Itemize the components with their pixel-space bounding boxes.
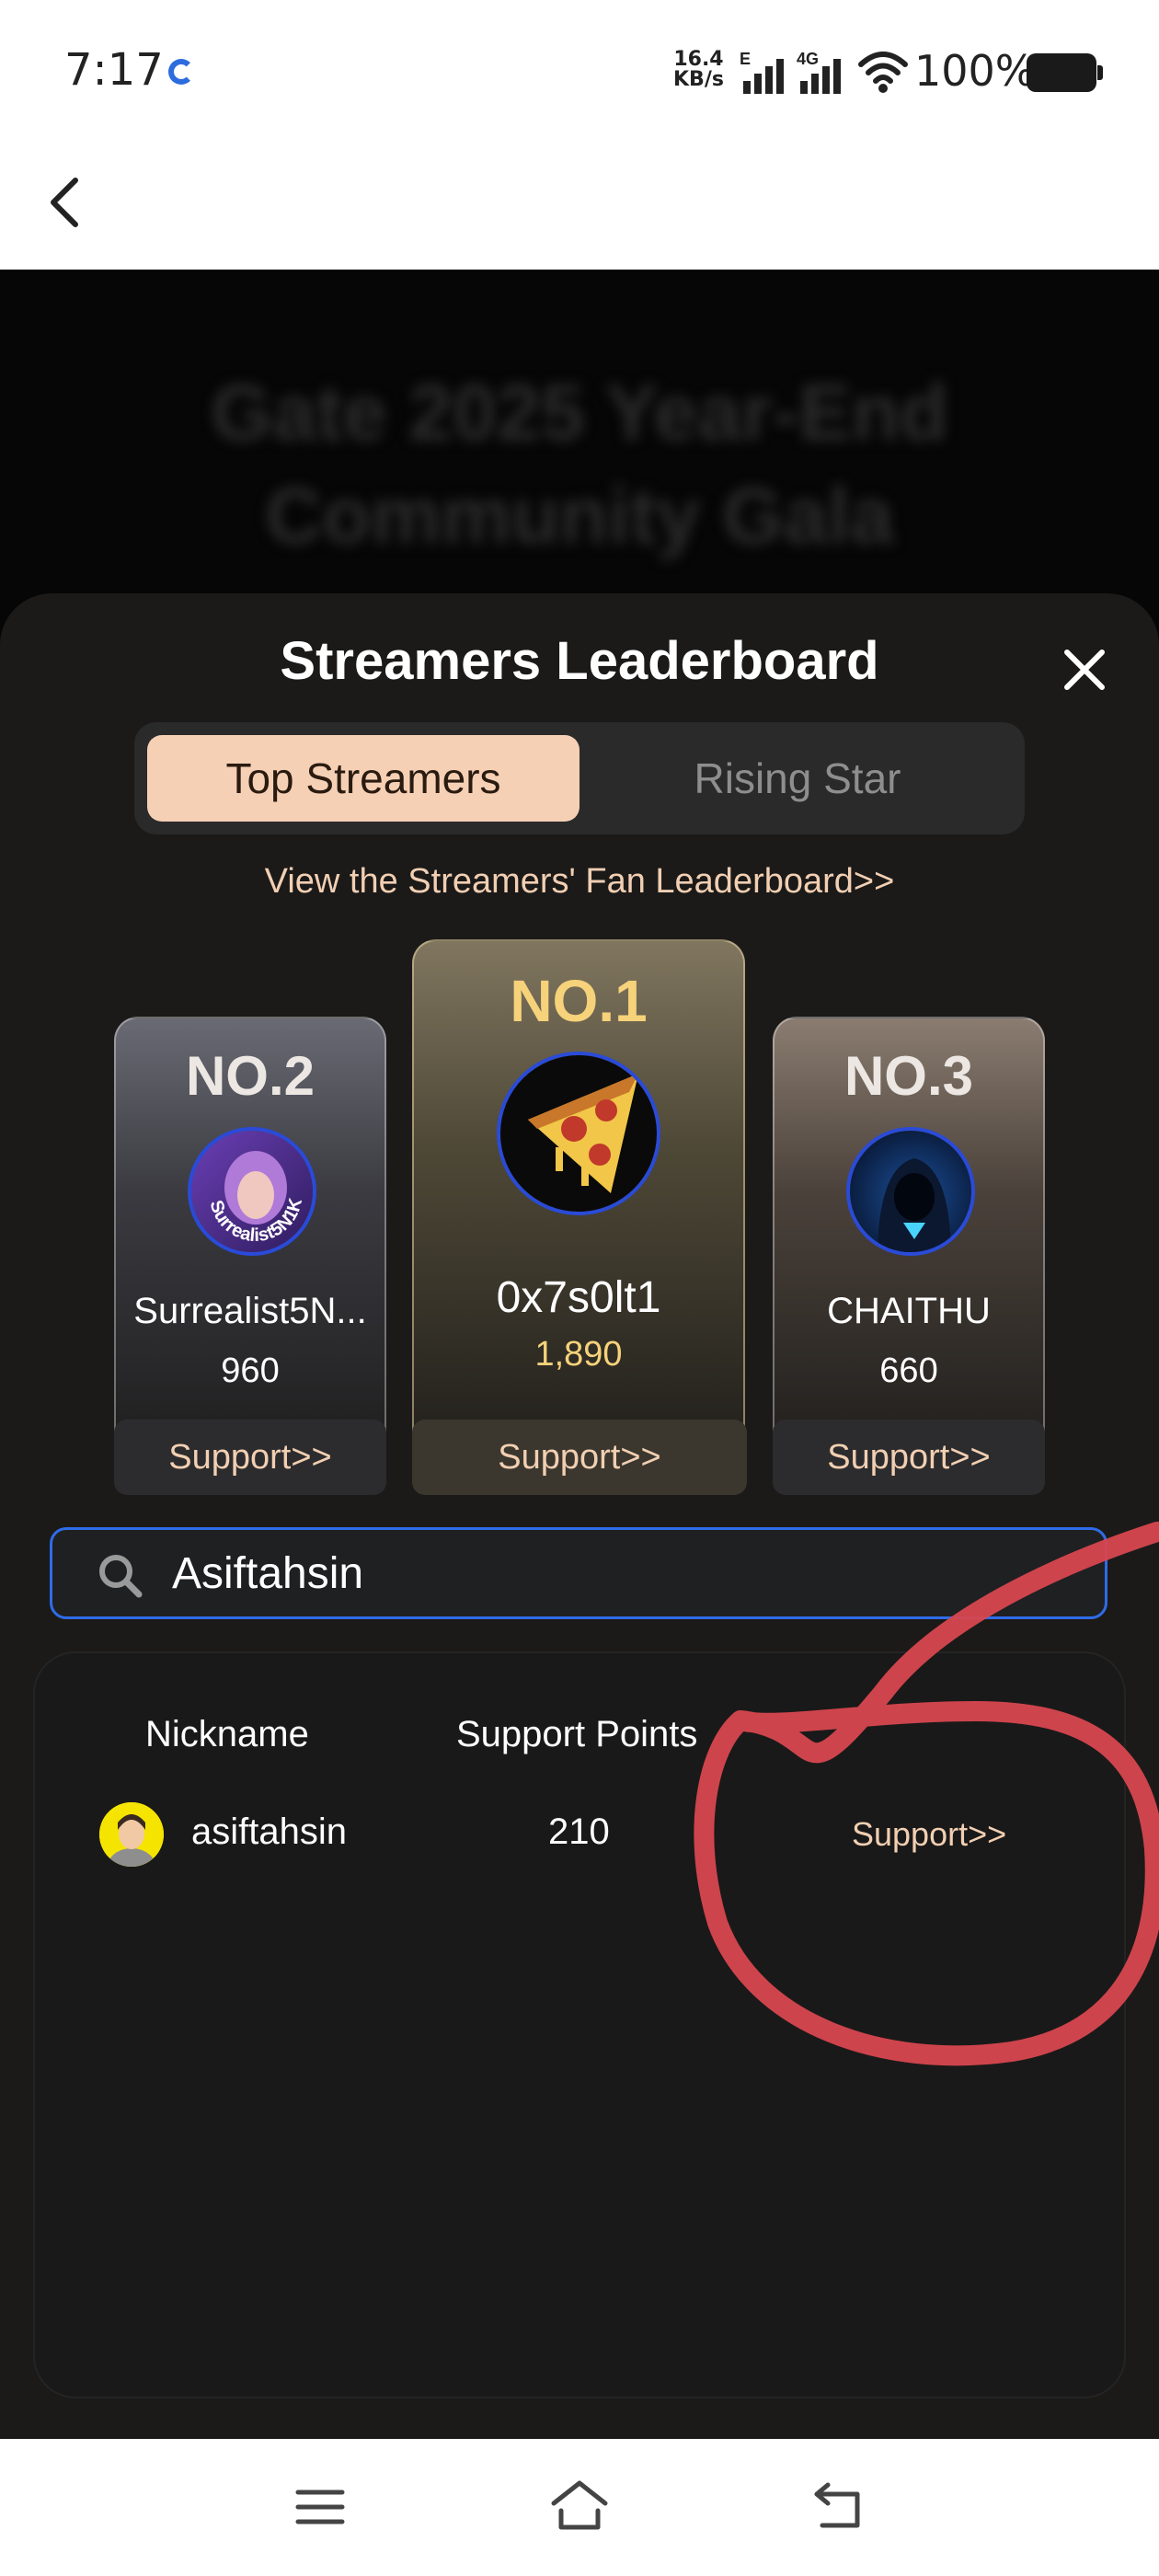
back-button[interactable]	[37, 166, 101, 239]
streamer-name: CHAITHU	[827, 1291, 991, 1331]
avatar	[846, 1127, 975, 1256]
close-button[interactable]	[1056, 641, 1113, 698]
avatar	[99, 1802, 164, 1867]
streamer-name: Surrealist5N...	[133, 1291, 367, 1331]
system-nav-bar	[0, 2439, 1159, 2576]
avatar	[497, 1052, 660, 1215]
support-button-rank-2[interactable]: Support>>	[114, 1420, 386, 1495]
status-bar: 7:17 16.4 KB/s E 4G 100%	[0, 0, 1159, 138]
background-title: Gate 2025 Year-End Community Gala	[211, 369, 948, 560]
streamer-points: 960	[221, 1351, 280, 1390]
tab-bar: Top Streamers Rising Star	[134, 722, 1025, 834]
tab-rising-star[interactable]: Rising Star	[581, 735, 1014, 822]
status-time: 7:17	[64, 44, 164, 96]
network-speed-value: 16.4	[673, 48, 724, 71]
search-box[interactable]	[50, 1527, 1107, 1619]
avatar: Surrealist5N1K	[188, 1127, 316, 1256]
rank-label: NO.1	[510, 968, 648, 1034]
podium-rank-3[interactable]: NO.3 CHAITHU 660	[773, 1017, 1045, 1458]
battery-percent: 100%	[914, 46, 1036, 96]
app-bar	[0, 138, 1159, 270]
row-nickname: asiftahsin	[191, 1811, 347, 1852]
table-row: asiftahsin 210 Support>>	[35, 1782, 1128, 1883]
wifi-icon	[858, 52, 908, 93]
column-header-support-points: Support Points	[456, 1714, 698, 1754]
sheet-title: Streamers Leaderboard	[280, 631, 879, 691]
battery-icon	[1027, 53, 1103, 92]
network-speed: 16.4 KB/s	[673, 50, 724, 90]
podium-rank-2[interactable]: NO.2 Surrealist5N1K Surrealist5N... 960	[114, 1017, 386, 1458]
search-icon	[99, 1555, 143, 1598]
signal-sim1-icon: E	[740, 50, 795, 94]
leaderboard-sheet: Streamers Leaderboard Top Streamers Risi…	[0, 593, 1159, 2439]
results-table: Nickname Support Points asiftahsin 210 S…	[33, 1651, 1126, 2398]
support-button-rank-3[interactable]: Support>>	[773, 1420, 1045, 1495]
search-input[interactable]	[172, 1548, 1000, 1599]
sim1-label: E	[740, 50, 752, 68]
tab-top-streamers[interactable]: Top Streamers	[147, 735, 580, 822]
rank-label: NO.2	[185, 1045, 316, 1107]
column-header-nickname: Nickname	[145, 1714, 309, 1754]
network-speed-unit: KB/s	[673, 68, 724, 91]
sim2-label: 4G	[797, 50, 820, 68]
home-icon[interactable]	[548, 2476, 611, 2535]
podium-rank-1[interactable]: NO.1 0x7s0lt1 1,890	[412, 939, 745, 1458]
row-support-button[interactable]: Support>>	[852, 1815, 1006, 1854]
fan-leaderboard-link[interactable]: View the Streamers' Fan Leaderboard>>	[0, 862, 1159, 902]
back-nav-icon[interactable]	[809, 2478, 868, 2533]
rank-label: NO.3	[843, 1045, 974, 1107]
streamer-points: 1,890	[534, 1335, 623, 1374]
streamer-name: 0x7s0lt1	[496, 1273, 661, 1322]
signal-sim2-icon: 4G	[797, 50, 852, 94]
menu-icon[interactable]	[293, 2479, 348, 2535]
streamer-points: 660	[879, 1351, 938, 1390]
sync-icon	[168, 59, 194, 85]
support-button-rank-1[interactable]: Support>>	[412, 1420, 747, 1495]
row-support-points: 210	[548, 1811, 610, 1852]
